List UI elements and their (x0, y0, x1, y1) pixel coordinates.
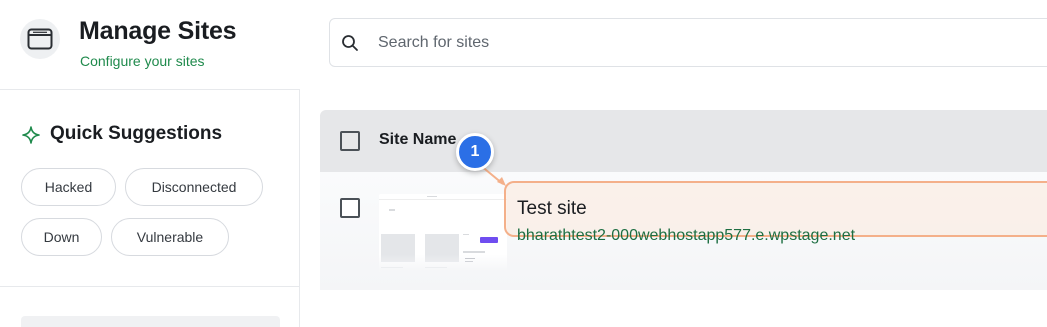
sparkle-icon (22, 126, 40, 144)
page-subtitle: Configure your sites (80, 53, 205, 69)
site-url[interactable]: bharathtest2-000webhostapp577.e.wpstage.… (517, 227, 855, 245)
row-checkbox[interactable] (340, 198, 360, 218)
quick-suggestions-title: Quick Suggestions (50, 123, 223, 144)
step-badge: 1 (456, 133, 494, 171)
search-bar[interactable] (329, 18, 1047, 67)
site-thumbnail[interactable] (379, 194, 507, 272)
select-all-checkbox[interactable] (340, 131, 360, 151)
search-icon (342, 35, 358, 51)
chip-down[interactable]: Down (21, 218, 102, 256)
header-brand: Manage Sites Configure your sites (0, 0, 300, 90)
column-header-site-name[interactable]: Site Name (379, 131, 456, 149)
chip-disconnected[interactable]: Disconnected (125, 168, 263, 206)
chip-vulnerable[interactable]: Vulnerable (111, 218, 229, 256)
search-input[interactable] (378, 31, 978, 55)
sidebar-divider (0, 286, 299, 287)
page-title: Manage Sites (79, 17, 237, 45)
sidebar-divider-vertical (299, 90, 300, 327)
site-name[interactable]: Test site (517, 198, 587, 220)
sidebar-card (21, 316, 280, 327)
browser-window-icon (20, 19, 60, 59)
chip-hacked[interactable]: Hacked (21, 168, 116, 206)
